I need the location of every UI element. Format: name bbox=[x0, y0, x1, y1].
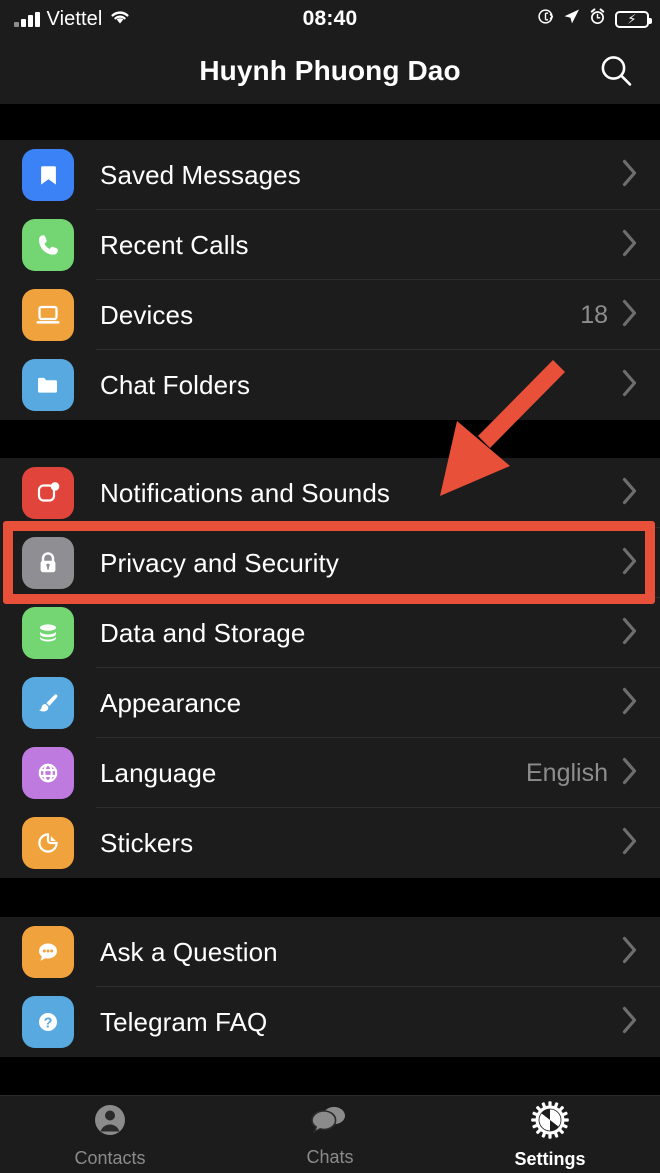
alarm-clock-icon bbox=[589, 8, 606, 30]
row-value: English bbox=[526, 758, 608, 787]
chevron-right-icon bbox=[622, 547, 638, 580]
row-label: Devices bbox=[100, 299, 194, 330]
chevron-right-icon bbox=[622, 617, 638, 650]
settings-group-preferences: Notifications and Sounds Privacy and Sec… bbox=[0, 458, 660, 878]
row-data-and-storage[interactable]: Data and Storage bbox=[0, 598, 660, 668]
contacts-person-icon bbox=[91, 1101, 129, 1144]
tab-bar: Contacts Chats Settings bbox=[0, 1095, 660, 1173]
row-label: Data and Storage bbox=[100, 617, 306, 648]
row-telegram-faq[interactable]: ? Telegram FAQ bbox=[0, 987, 660, 1057]
section-gap bbox=[0, 878, 660, 917]
row-label: Appearance bbox=[100, 687, 242, 718]
section-gap bbox=[0, 104, 660, 140]
section-gap bbox=[0, 420, 660, 458]
database-icon bbox=[22, 607, 74, 659]
row-stickers[interactable]: Stickers bbox=[0, 808, 660, 878]
settings-gear-icon bbox=[530, 1100, 570, 1145]
row-notifications-and-sounds[interactable]: Notifications and Sounds bbox=[0, 458, 660, 528]
row-label: Ask a Question bbox=[100, 936, 278, 967]
row-label: Recent Calls bbox=[100, 229, 249, 260]
tab-contacts[interactable]: Contacts bbox=[0, 1096, 220, 1173]
row-label: Privacy and Security bbox=[100, 547, 339, 578]
status-bar-right: ⚡ bbox=[537, 0, 652, 38]
globe-icon bbox=[22, 747, 74, 799]
row-label: Saved Messages bbox=[100, 159, 301, 190]
chevron-right-icon bbox=[622, 936, 638, 969]
row-appearance[interactable]: Appearance bbox=[0, 668, 660, 738]
row-label: Telegram FAQ bbox=[100, 1006, 268, 1037]
lock-icon bbox=[22, 537, 74, 589]
nav-header: Huynh Phuong Dao bbox=[0, 38, 660, 104]
sticker-icon bbox=[22, 817, 74, 869]
chevron-right-icon bbox=[622, 687, 638, 720]
settings-group-account: Saved Messages Recent Calls Devices 18 C… bbox=[0, 140, 660, 420]
search-icon[interactable] bbox=[594, 49, 638, 93]
paintbrush-icon bbox=[22, 677, 74, 729]
row-saved-messages[interactable]: Saved Messages bbox=[0, 140, 660, 210]
tab-label: Chats bbox=[306, 1146, 354, 1167]
row-chat-folders[interactable]: Chat Folders bbox=[0, 350, 660, 420]
row-ask-a-question[interactable]: Ask a Question bbox=[0, 917, 660, 987]
svg-text:?: ? bbox=[44, 1016, 53, 1032]
row-label: Language bbox=[100, 757, 217, 788]
status-bar: Viettel 08:40 ⚡ bbox=[0, 0, 660, 38]
chevron-right-icon bbox=[622, 477, 638, 510]
row-label: Stickers bbox=[100, 827, 194, 858]
row-value: 18 bbox=[580, 300, 608, 329]
chevron-right-icon bbox=[622, 229, 638, 262]
row-privacy-and-security[interactable]: Privacy and Security bbox=[0, 528, 660, 598]
phone-screen: Viettel 08:40 ⚡ Huynh Phuong Dao Saved M… bbox=[0, 0, 660, 1173]
bookmark-icon bbox=[22, 149, 74, 201]
question-mark-icon: ? bbox=[22, 996, 74, 1048]
tab-settings[interactable]: Settings bbox=[440, 1096, 660, 1173]
row-recent-calls[interactable]: Recent Calls bbox=[0, 210, 660, 280]
laptop-icon bbox=[22, 289, 74, 341]
folder-icon bbox=[22, 359, 74, 411]
row-label: Notifications and Sounds bbox=[100, 477, 391, 508]
row-label: Chat Folders bbox=[100, 369, 251, 400]
battery-charging-icon: ⚡ bbox=[615, 10, 652, 28]
chevron-right-icon bbox=[622, 159, 638, 192]
tab-chats[interactable]: Chats bbox=[220, 1096, 440, 1173]
chevron-right-icon bbox=[622, 369, 638, 402]
notification-bell-icon bbox=[22, 467, 74, 519]
phone-icon bbox=[22, 219, 74, 271]
page-title: Huynh Phuong Dao bbox=[199, 55, 461, 86]
chevron-right-icon bbox=[622, 827, 638, 860]
settings-group-help: Ask a Question ? Telegram FAQ bbox=[0, 917, 660, 1057]
tab-label: Contacts bbox=[74, 1147, 146, 1168]
rotation-lock-icon bbox=[537, 8, 554, 30]
chat-bubble-icon bbox=[22, 926, 74, 978]
location-arrow-icon bbox=[563, 8, 580, 30]
chevron-right-icon bbox=[622, 757, 638, 790]
tab-label: Settings bbox=[514, 1148, 586, 1169]
chevron-right-icon bbox=[622, 299, 638, 332]
chats-bubbles-icon bbox=[310, 1102, 350, 1143]
row-devices[interactable]: Devices 18 bbox=[0, 280, 660, 350]
row-language[interactable]: Language English bbox=[0, 738, 660, 808]
chevron-right-icon bbox=[622, 1006, 638, 1039]
